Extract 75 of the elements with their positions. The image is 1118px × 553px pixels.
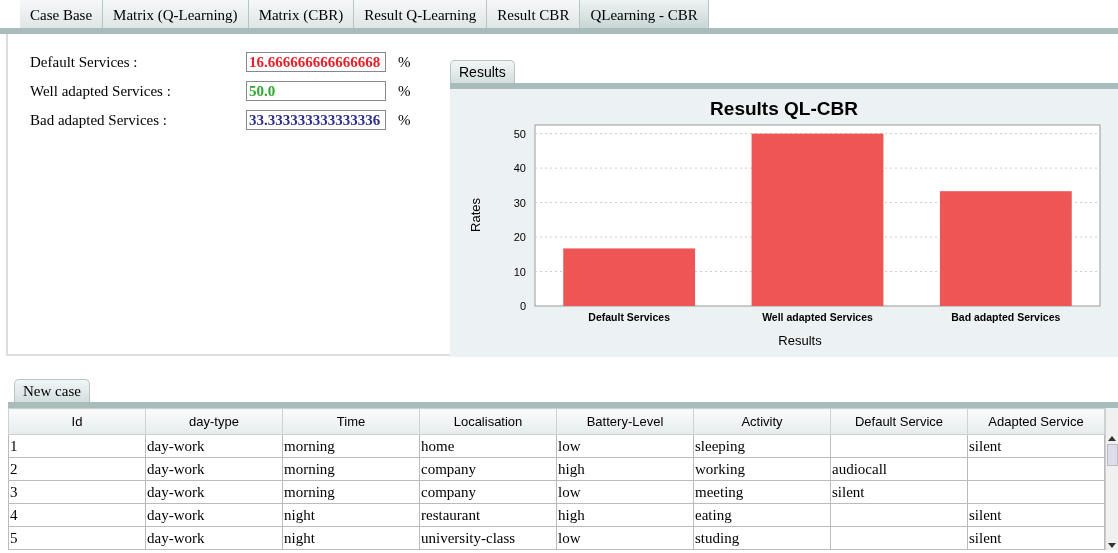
tab[interactable]: New case <box>14 379 90 402</box>
column-header[interactable]: Time <box>282 408 420 435</box>
table-cell: silent <box>830 480 968 504</box>
y-tick-label: 50 <box>513 127 526 140</box>
table-cell: 5 <box>8 526 146 550</box>
y-axis-title: Rates <box>468 198 483 232</box>
table-cell: sleeping <box>693 434 831 458</box>
table-cell: working <box>693 457 831 481</box>
table-cell: home <box>419 434 557 458</box>
table-cell: day-work <box>145 503 283 527</box>
category-label: Well adapted Services <box>762 311 873 323</box>
table-cell: 1 <box>8 434 146 458</box>
table-cell: low <box>556 480 694 504</box>
column-header[interactable]: Default Service <box>830 408 968 435</box>
unit-label: % <box>398 82 411 100</box>
table-cell: 2 <box>8 457 146 481</box>
down-arrow-icon[interactable] <box>1107 542 1117 550</box>
table-cell: day-work <box>145 480 283 504</box>
tab[interactable]: Results <box>450 60 515 83</box>
chart-title: Results QL-CBR <box>710 98 858 119</box>
table-cell: day-work <box>145 434 283 458</box>
table-cell: morning <box>282 480 420 504</box>
table-cell: silent <box>967 503 1105 527</box>
scroll-thumb[interactable] <box>1106 444 1118 466</box>
scrollbar[interactable] <box>1105 408 1118 550</box>
table-cell: night <box>282 526 420 550</box>
tab[interactable]: Case Base <box>20 0 104 28</box>
table-cell: company <box>419 457 557 481</box>
tab[interactable]: Result CBR <box>487 0 581 28</box>
table-cell: low <box>556 434 694 458</box>
field-label: Default Services : <box>30 53 139 71</box>
column-header[interactable]: Localisation <box>419 408 557 435</box>
y-tick-label: 40 <box>513 162 526 175</box>
table-cell: low <box>556 526 694 550</box>
table-cell: eating <box>693 503 831 527</box>
value-field[interactable]: 16.666666666666668 <box>246 52 386 72</box>
field-label: Bad adapted Services : <box>30 111 169 129</box>
category-label: Default Services <box>588 311 671 323</box>
tab[interactable]: Matrix (CBR) <box>248 0 355 28</box>
unit-label: % <box>398 53 411 71</box>
up-arrow-icon[interactable] <box>1107 434 1117 442</box>
table-cell: meeting <box>693 480 831 504</box>
field-label: Well adapted Services : <box>30 82 172 100</box>
column-header[interactable]: Battery-Level <box>556 408 694 435</box>
table-cell: studing <box>693 526 831 550</box>
table-cell: high <box>556 503 694 527</box>
table-cell: night <box>282 503 420 527</box>
table-cell: day-work <box>145 526 283 550</box>
x-axis-title: Results <box>778 333 822 348</box>
column-header[interactable]: Id <box>8 408 146 435</box>
table-cell: silent <box>967 526 1105 550</box>
column-header[interactable]: Adapted Service <box>967 408 1105 435</box>
tab[interactable]: QLearning - CBR <box>580 0 709 28</box>
table-cell: day-work <box>145 457 283 481</box>
table-cell: restaurant <box>419 503 557 527</box>
y-tick-label: 20 <box>513 231 526 244</box>
column-header[interactable]: day-type <box>145 408 283 435</box>
table-cell: morning <box>282 434 420 458</box>
column-header[interactable]: Activity <box>693 408 831 435</box>
table-cell: silent <box>967 434 1105 458</box>
y-tick-label: 10 <box>513 265 526 278</box>
table-cell: company <box>419 480 557 504</box>
table-cell: 3 <box>8 480 146 504</box>
tab[interactable]: Matrix (Q-Learning) <box>103 0 249 28</box>
table-cell: 4 <box>8 503 146 527</box>
table-cell: high <box>556 457 694 481</box>
table-cell: university-class <box>419 526 557 550</box>
table-cell: audiocall <box>830 457 968 481</box>
value-field[interactable]: 33.333333333333336 <box>246 110 386 130</box>
unit-label: % <box>398 111 411 129</box>
y-tick-label: 30 <box>513 196 526 209</box>
tab[interactable]: Result Q-Learning <box>354 0 488 28</box>
y-tick-label: 0 <box>519 300 526 312</box>
category-label: Bad adapted Services <box>951 311 1061 323</box>
table-cell: morning <box>282 457 420 481</box>
